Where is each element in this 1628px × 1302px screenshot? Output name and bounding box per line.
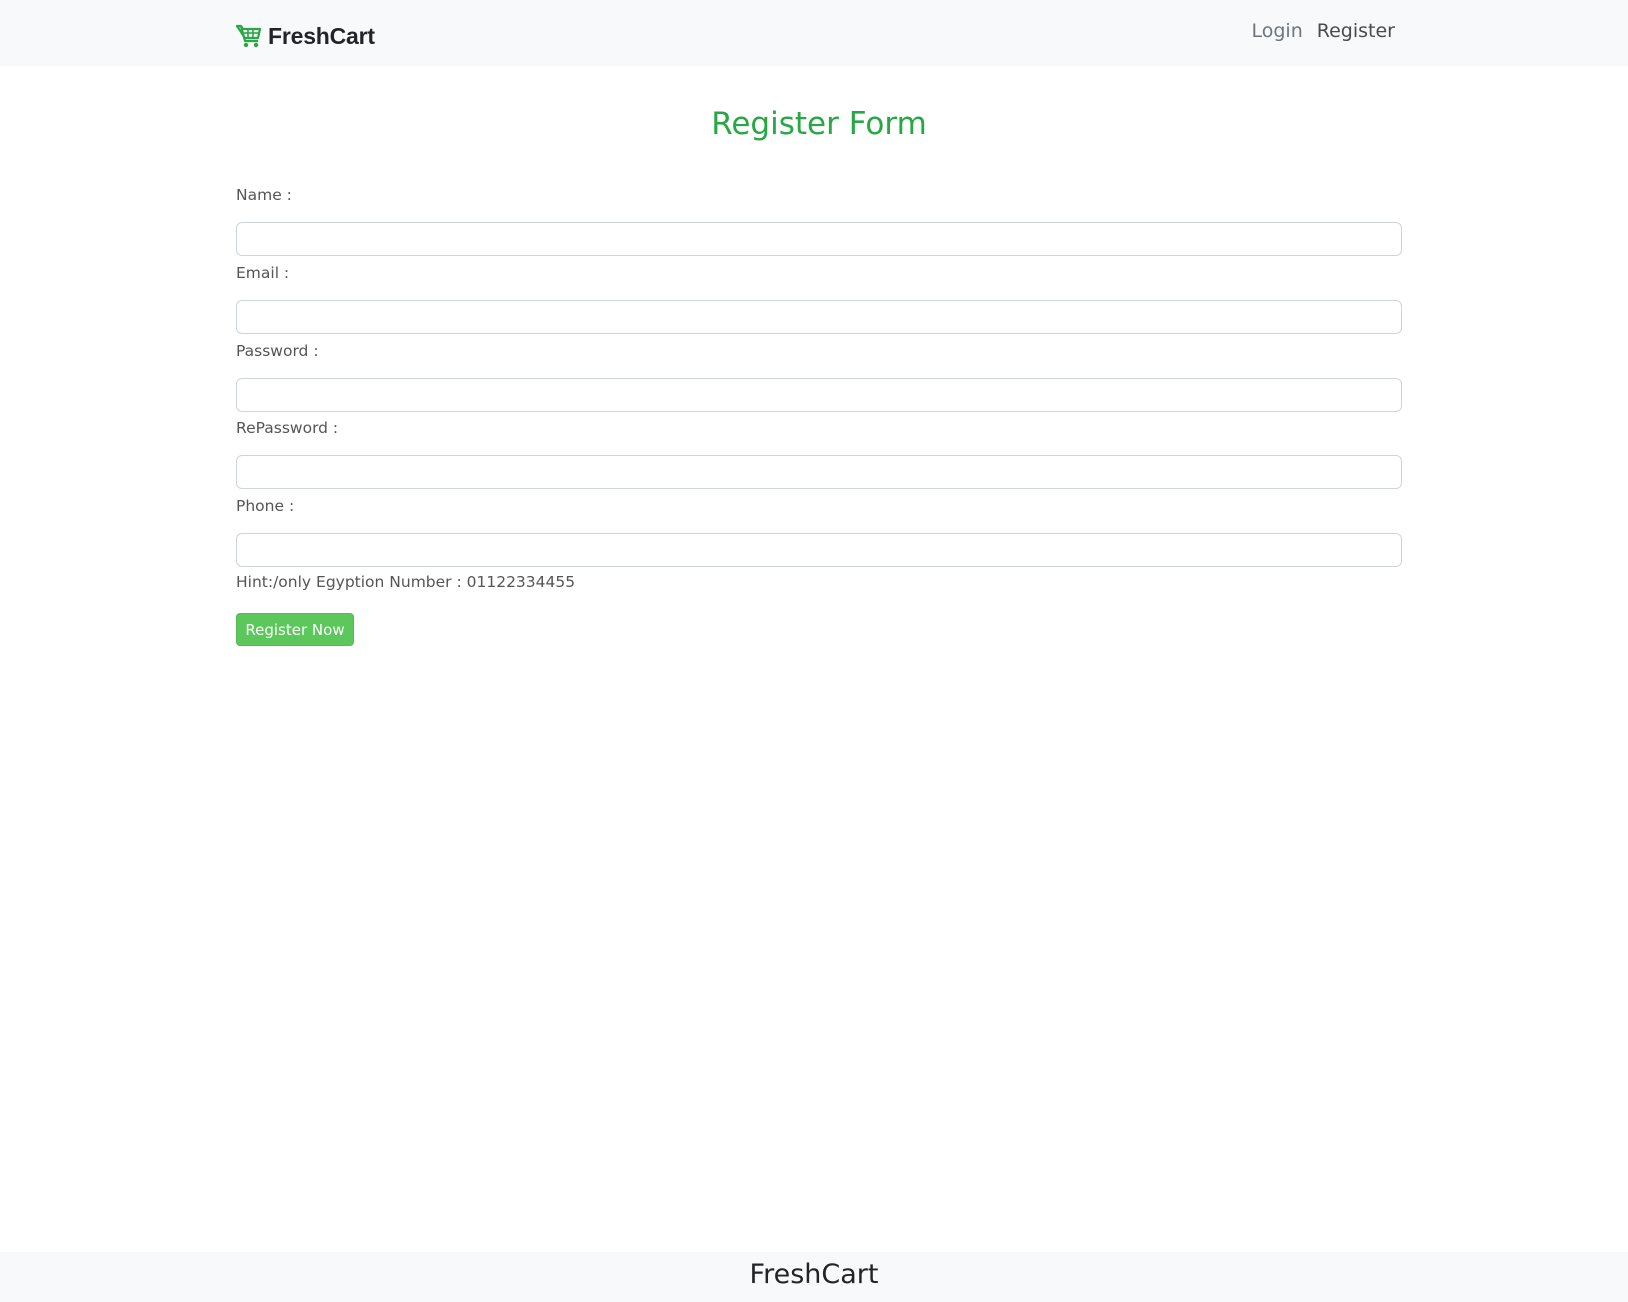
nav-link-login[interactable]: Login [1252, 20, 1303, 42]
name-label: Name : [236, 186, 292, 204]
brand-name: FreshCart [268, 22, 375, 49]
phone-label: Phone : [236, 497, 295, 515]
nav-links: Login Register [1252, 20, 1396, 42]
phone-input[interactable] [236, 533, 1402, 567]
footer: FreshCart [0, 1252, 1628, 1302]
shopping-cart-icon [236, 24, 262, 48]
name-input[interactable] [236, 222, 1402, 256]
password-label: Password : [236, 342, 319, 360]
brand-logo[interactable]: FreshCart [236, 20, 375, 52]
phone-hint: Hint:/only Egyption Number : 01122334455 [236, 573, 576, 591]
footer-brand: FreshCart [749, 1259, 879, 1290]
repassword-label: RePassword : [236, 419, 339, 437]
email-label: Email : [236, 264, 290, 282]
repassword-input[interactable] [236, 455, 1402, 489]
register-now-button[interactable]: Register Now [236, 613, 354, 646]
nav-link-register[interactable]: Register [1317, 20, 1395, 42]
email-input[interactable] [236, 300, 1402, 334]
navbar: FreshCart Login Register [0, 0, 1628, 66]
password-input[interactable] [236, 378, 1402, 412]
page-title: Register Form [711, 106, 927, 142]
